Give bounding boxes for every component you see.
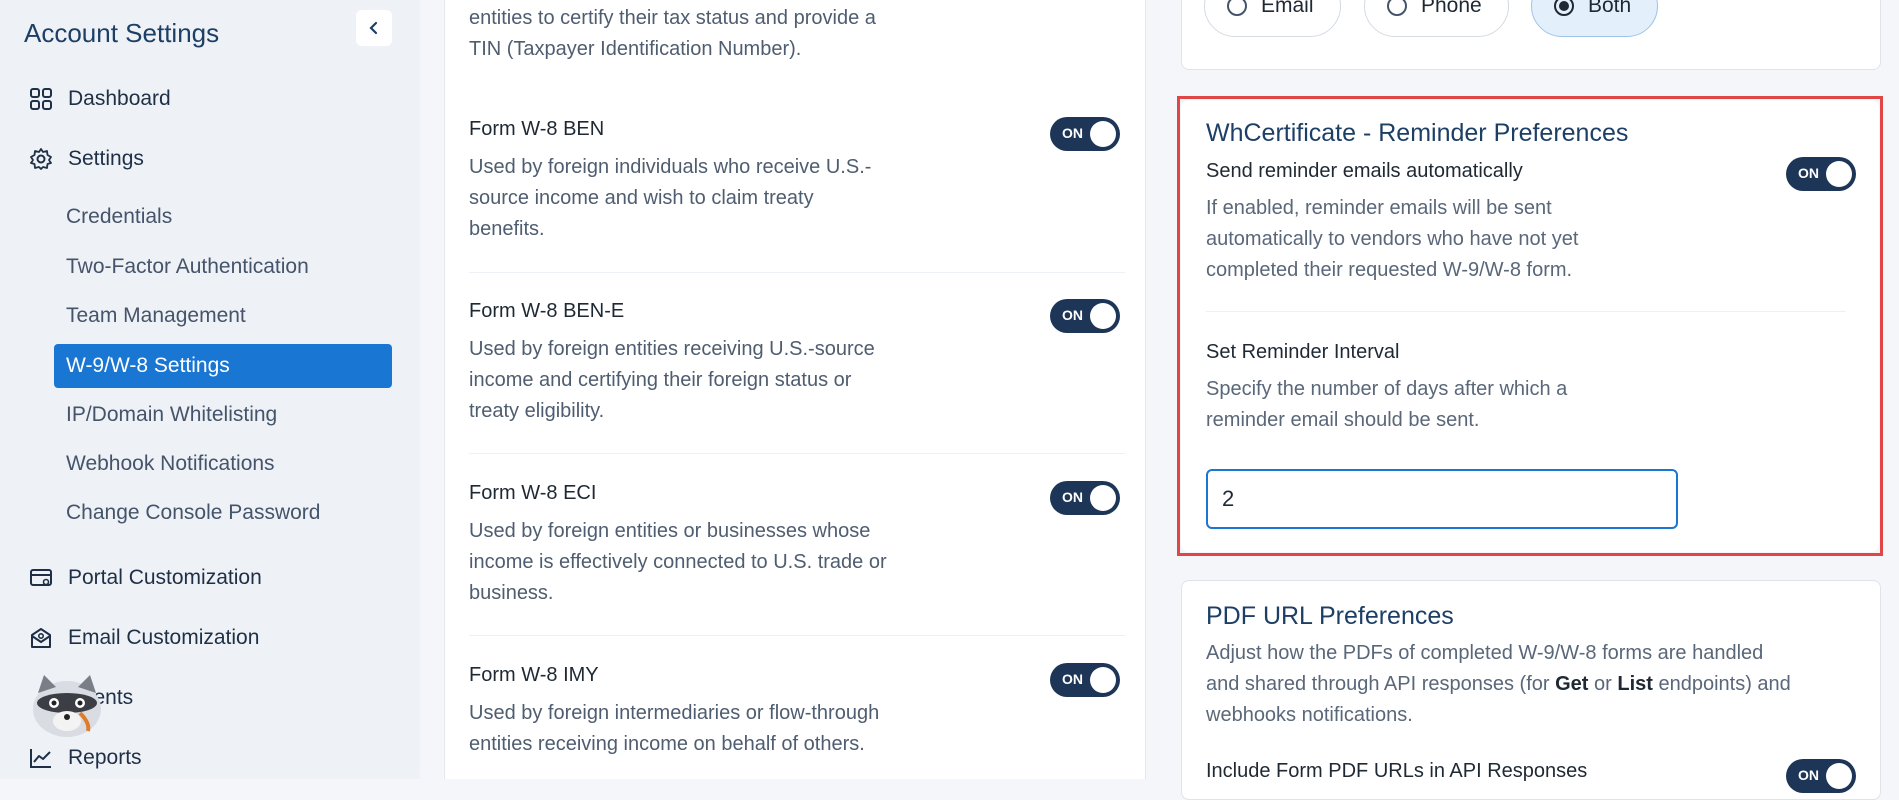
form-w8bene-toggle[interactable]: ON xyxy=(1050,299,1120,333)
nav-settings[interactable]: Settings xyxy=(28,146,144,172)
interval-label: Set Reminder Interval xyxy=(1206,341,1400,363)
form-w8ben-toggle[interactable]: ON xyxy=(1050,117,1120,151)
envelope-icon xyxy=(28,625,54,651)
auto-reminder-label: Send reminder emails automatically xyxy=(1206,160,1523,182)
reminder-interval-input[interactable] xyxy=(1206,469,1678,529)
nav-portal-customization[interactable]: Portal Customization xyxy=(28,565,262,591)
sub-item-credentials[interactable]: Credentials xyxy=(66,205,172,229)
include-pdf-label: Include Form PDF URLs in API Responses xyxy=(1206,760,1588,782)
radio-circle xyxy=(1227,0,1247,16)
sub-item-w9-w8-settings[interactable]: W-9/W-8 Settings xyxy=(54,344,392,388)
form-title: Form W-8 BEN-E xyxy=(469,300,625,322)
nav-label: Reports xyxy=(68,746,142,769)
contact-method-card: Email Phone Both xyxy=(1181,0,1881,70)
form-title: Form W-8 ECI xyxy=(469,482,597,504)
grid-icon xyxy=(28,86,54,112)
trend-icon xyxy=(28,745,54,771)
radio-circle xyxy=(1387,0,1407,16)
form-title: Form W-8 BEN xyxy=(469,118,605,140)
sub-item-team-management[interactable]: Team Management xyxy=(66,304,246,328)
radio-email[interactable]: Email xyxy=(1204,0,1341,37)
include-pdf-toggle[interactable]: ON xyxy=(1786,759,1856,793)
radio-both[interactable]: Both xyxy=(1531,0,1659,37)
nav-label: Settings xyxy=(68,147,144,170)
reminder-title: WhCertificate - Reminder Preferences xyxy=(1206,119,1629,147)
nav-label: Portal Customization xyxy=(68,566,262,589)
form-description: Used by foreign entities receiving U.S.-… xyxy=(469,338,875,422)
divider xyxy=(469,453,1125,454)
auto-reminder-description: If enabled, reminder emails will be sent… xyxy=(1206,197,1579,281)
sub-item-webhook[interactable]: Webhook Notifications xyxy=(66,452,275,476)
nav-email-customization[interactable]: Email Customization xyxy=(28,625,259,651)
form-w8eci-toggle[interactable]: ON xyxy=(1050,481,1120,515)
pdf-title: PDF URL Preferences xyxy=(1206,602,1454,630)
divider xyxy=(469,272,1125,273)
collapse-sidebar-button[interactable] xyxy=(356,10,392,46)
radio-phone[interactable]: Phone xyxy=(1364,0,1509,37)
gear-icon xyxy=(28,146,54,172)
nav-label: Email Customization xyxy=(68,626,260,649)
intro-text: entities to certify their tax status and… xyxy=(469,7,876,60)
nav-dashboard[interactable]: Dashboard xyxy=(28,86,171,112)
pdf-description: Adjust how the PDFs of completed W-9/W-8… xyxy=(1206,642,1791,726)
interval-description: Specify the number of days after which a… xyxy=(1206,378,1568,431)
divider xyxy=(1206,311,1846,312)
forms-panel: entities to certify their tax status and… xyxy=(444,0,1146,779)
chevron-left-icon xyxy=(369,21,378,35)
sidebar-title: Account Settings xyxy=(24,18,220,48)
sidebar: Account Settings Dashboard Settings Cred… xyxy=(0,0,420,779)
card-settings-icon xyxy=(28,565,54,591)
sub-item-change-password[interactable]: Change Console Password xyxy=(66,501,320,525)
nav-reports[interactable]: Reports xyxy=(28,745,142,771)
sub-item-ip-domain[interactable]: IP/Domain Whitelisting xyxy=(66,403,277,427)
divider xyxy=(469,635,1125,636)
raccoon-mascot-icon[interactable] xyxy=(30,673,104,739)
sub-item-two-factor[interactable]: Two-Factor Authentication xyxy=(66,255,309,279)
nav-label: Dashboard xyxy=(68,87,171,110)
radio-circle xyxy=(1554,0,1574,16)
form-description: Used by foreign individuals who receive … xyxy=(469,156,872,240)
auto-reminder-toggle[interactable]: ON xyxy=(1786,157,1856,191)
form-description: Used by foreign intermediaries or flow-t… xyxy=(469,702,880,755)
form-description: Used by foreign entities or businesses w… xyxy=(469,520,887,604)
form-w8imy-toggle[interactable]: ON xyxy=(1050,663,1120,697)
form-title: Form W-8 IMY xyxy=(469,664,599,686)
